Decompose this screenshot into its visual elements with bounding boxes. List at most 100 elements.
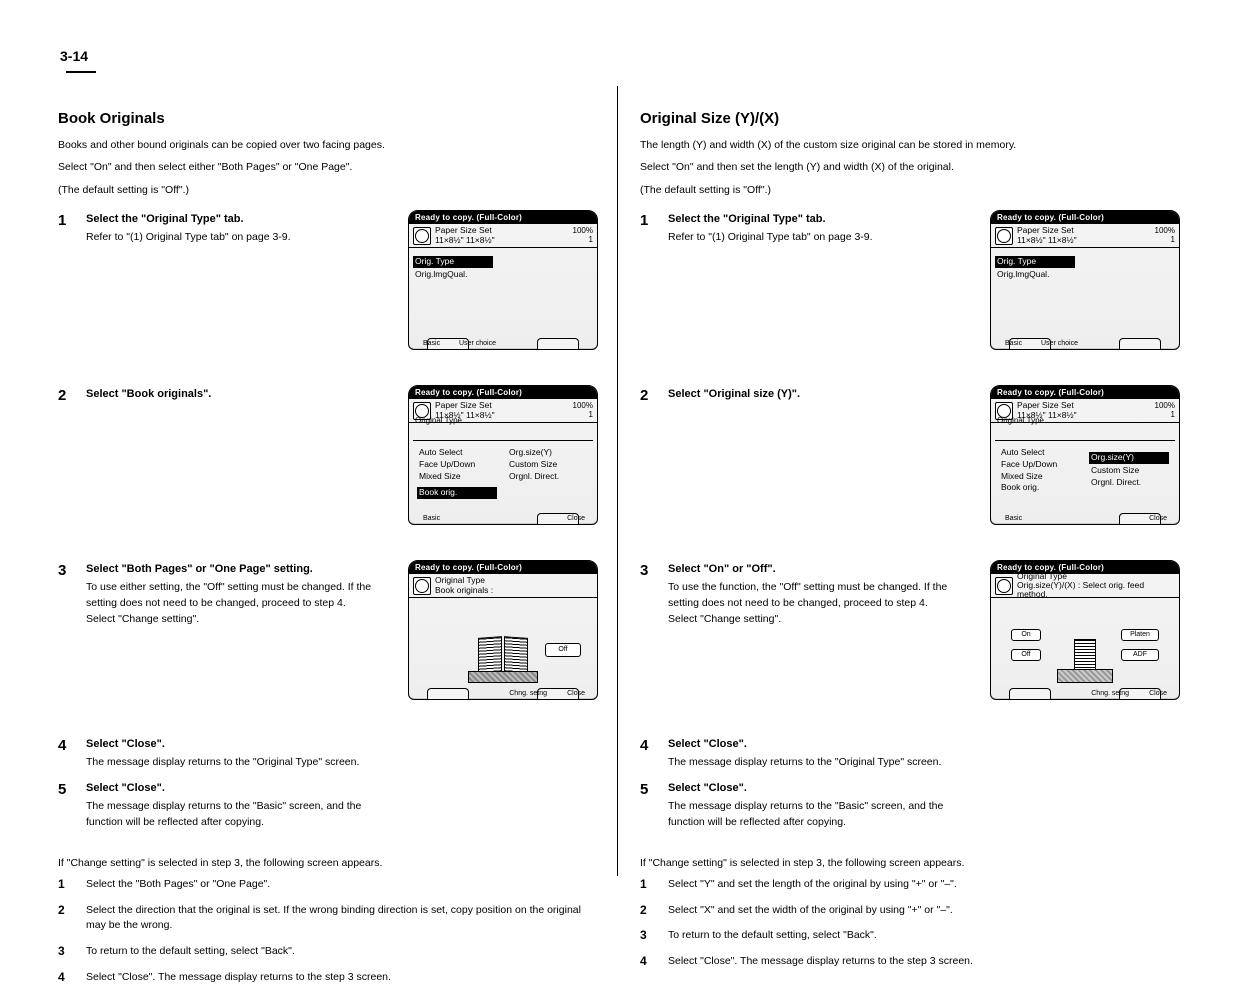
section-sub-left-1: Books and other bound originals can be c… xyxy=(58,137,598,153)
step-number: 3 xyxy=(58,562,76,727)
lcd-ribbon-right: 100% 1 xyxy=(573,402,593,420)
menu-item[interactable]: Orig. Type xyxy=(413,256,493,268)
menu-item[interactable]: Orig. Type xyxy=(995,256,1075,268)
menu-item[interactable]: Custom Size xyxy=(1089,465,1171,477)
softkey-tab-right[interactable] xyxy=(537,338,579,349)
step: 3 Select "Both Pages" or "One Page" sett… xyxy=(58,562,598,727)
menu-item[interactable]: Mixed Size xyxy=(417,471,499,483)
substep-number: 1 xyxy=(640,877,658,893)
softkey-label: Basic xyxy=(1005,340,1022,347)
substep-text: Select the direction that the original i… xyxy=(86,903,586,935)
clock-icon xyxy=(995,577,1013,595)
lcd-option-button[interactable]: Off xyxy=(1011,649,1041,661)
lcd-ribbon: Paper Size Set11×8½" 11×8½" 100% 1 xyxy=(409,224,597,248)
section-title-right: Original Size (Y)/(X) xyxy=(640,110,1180,127)
lcd-midline xyxy=(413,440,593,441)
step-text: Refer to "(1) Original Type tab" on page… xyxy=(86,230,386,246)
step-number: 5 xyxy=(640,781,658,831)
substep-text: Select "Close". The message display retu… xyxy=(668,954,1168,970)
softkey-tab-left[interactable] xyxy=(427,688,469,699)
menu-item[interactable]: Face Up/Down xyxy=(417,459,499,471)
step-number: 5 xyxy=(58,781,76,831)
substep-text: Select "Close". The message display retu… xyxy=(86,970,586,986)
substep-text: To return to the default setting, select… xyxy=(668,928,1168,944)
right-box-intro: If "Change setting" is selected in step … xyxy=(640,855,1180,871)
lcd-ribbon: Paper Size Set11×8½" 11×8½" 100% 1 xyxy=(991,224,1179,248)
menu-item[interactable]: Book orig. xyxy=(999,482,1081,494)
lcd-menu: Auto SelectFace Up/DownMixed Size Book or… xyxy=(413,444,593,503)
menu-item[interactable]: Auto Select xyxy=(417,447,499,459)
step-number: 1 xyxy=(58,212,76,377)
substep-number: 2 xyxy=(58,903,76,935)
step-text: The message display returns to the "Orig… xyxy=(668,755,968,771)
lcd-option-button[interactable]: Platen xyxy=(1121,629,1159,641)
step-text: The message display returns to the "Orig… xyxy=(86,755,386,771)
menu-item[interactable]: Orig.lmgQual. xyxy=(995,269,1175,281)
lcd-screen: Ready to copy. (Full-Color) Original Typ… xyxy=(408,560,598,700)
lcd-sublabel: Original Type xyxy=(997,416,1044,425)
left-column: Book Originals Books and other bound ori… xyxy=(58,110,598,996)
lcd-ribbon-text: Original TypeOrig.size(Y)/(X) : Select o… xyxy=(1017,572,1175,600)
menu-item[interactable]: Custom Size xyxy=(507,459,589,471)
step-text: The message display returns to the "Basi… xyxy=(86,799,386,831)
softkey-tab-right[interactable] xyxy=(1119,338,1161,349)
book-icon xyxy=(468,637,538,683)
menu-item[interactable]: Book orig. xyxy=(417,487,497,499)
substep: 4 Select "Close". The message display re… xyxy=(58,970,598,986)
lcd-softkeys: BasicClose xyxy=(409,504,597,524)
softkey-label: Close xyxy=(1149,515,1167,522)
clock-icon xyxy=(413,577,431,595)
substep: 1 Select the "Both Pages" or "One Page". xyxy=(58,877,598,893)
menu-item[interactable]: Auto Select xyxy=(999,447,1081,459)
lcd-ribbon-text: Original TypeBook originals : xyxy=(435,576,593,595)
step-number: 2 xyxy=(58,387,76,552)
step: 5 Select "Close". The message display re… xyxy=(640,781,1180,831)
step: 1 Select the "Original Type" tab. Refer … xyxy=(58,212,598,377)
page-number: 3-14 xyxy=(60,48,88,64)
menu-item[interactable]: Mixed Size xyxy=(999,471,1081,483)
lcd-ribbon: Original TypeOrig.size(Y)/(X) : Select o… xyxy=(991,574,1179,598)
column-divider xyxy=(617,86,618,876)
left-box-intro: If "Change setting" is selected in step … xyxy=(58,855,598,871)
menu-item[interactable]: Org.size(Y) xyxy=(507,447,589,459)
lcd-option-button[interactable]: Off xyxy=(545,643,581,657)
lcd-title: Ready to copy. (Full-Color) xyxy=(991,386,1179,399)
substep-text: To return to the default setting, select… xyxy=(86,944,586,960)
step-number: 1 xyxy=(640,212,658,377)
menu-item[interactable]: Orig.lmgQual. xyxy=(413,269,593,281)
lcd-option-button[interactable]: On xyxy=(1011,629,1041,641)
lcd-ribbon-right: 100% 1 xyxy=(1155,402,1175,420)
softkey-label: User choice xyxy=(459,340,496,347)
lcd-ribbon-text: Paper Size Set11×8½" 11×8½" xyxy=(435,226,569,245)
substep: 2 Select the direction that the original… xyxy=(58,903,598,935)
step-number: 4 xyxy=(58,737,76,771)
substep-number: 4 xyxy=(58,970,76,986)
substep-number: 3 xyxy=(58,944,76,960)
softkey-tab-left[interactable] xyxy=(1009,688,1051,699)
lcd-title: Ready to copy. (Full-Color) xyxy=(991,211,1179,224)
lcd-option-button[interactable]: ADF xyxy=(1121,649,1159,661)
lcd-title: Ready to copy. (Full-Color) xyxy=(409,561,597,574)
lcd-softkeys: Basic Close xyxy=(991,504,1179,524)
lcd-midline xyxy=(995,440,1175,441)
menu-item[interactable]: Face Up/Down xyxy=(999,459,1081,471)
substep-text: Select "X" and set the width of the orig… xyxy=(668,903,1168,919)
lcd-illustration: On Off Platen ADF xyxy=(997,623,1173,681)
softkey-label: Basic xyxy=(1005,515,1022,522)
step-text: The message display returns to the "Basi… xyxy=(668,799,968,831)
menu-item[interactable]: Orgnl. Direct. xyxy=(507,471,589,483)
softkey-label: Basic xyxy=(423,515,440,522)
softkey-label: Close xyxy=(567,690,585,697)
step-heading: Select "Close". xyxy=(86,737,598,751)
lcd-illustration: Off xyxy=(415,623,591,681)
section-sub-left-3: (The default setting is "Off".) xyxy=(58,182,598,198)
screen-wrap: Ready to copy. (Full-Color) Paper Size S… xyxy=(990,210,1180,350)
screen-wrap: Ready to copy. (Full-Color) Original Typ… xyxy=(408,560,598,700)
softkey-label: Chng. setng xyxy=(509,690,547,697)
substep: 3 To return to the default setting, sele… xyxy=(58,944,598,960)
step-number: 2 xyxy=(640,387,658,552)
step-text: To use the function, the "Off" setting m… xyxy=(668,580,968,627)
step: 2 Select "Book originals". Ready to copy… xyxy=(58,387,598,552)
menu-item[interactable]: Orgnl. Direct. xyxy=(1089,477,1171,489)
menu-item[interactable]: Org.size(Y) xyxy=(1089,452,1169,464)
